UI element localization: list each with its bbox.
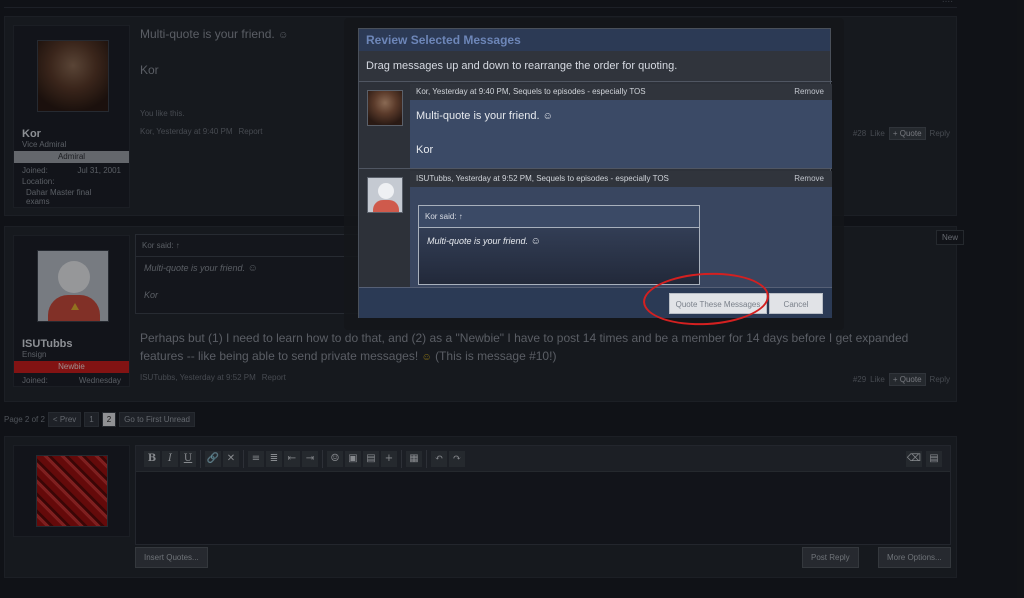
avatar [367,90,403,126]
message-body: Multi-quote is your friend. ☺ Kor [410,100,832,168]
modal-title: Review Selected Messages [359,29,830,51]
quote-header[interactable]: Kor said: ↑ [419,206,699,228]
modal-instructions: Drag messages up and down to rearrange t… [359,51,830,81]
cancel-button[interactable]: Cancel [769,293,823,314]
nested-quote: Kor said: ↑ Multi-quote is your friend. … [418,205,700,285]
smile-icon: ☺ [530,236,541,247]
message-body: Kor said: ↑ Multi-quote is your friend. … [410,187,832,289]
message-text: Multi-quote is your friend. ☺ [416,110,553,122]
remove-link[interactable]: Remove [794,84,824,100]
message-signature: Kor [416,144,434,156]
smile-icon: ☺ [542,111,553,122]
avatar [367,177,403,213]
quote-body: Multi-quote is your friend. ☺ [427,236,541,247]
selected-message-1[interactable]: Kor, Yesterday at 9:40 PM, Sequels to ep… [359,81,832,168]
message-header: ISUTubbs, Yesterday at 9:52 PM, Sequels … [410,171,832,187]
selected-message-2[interactable]: ISUTubbs, Yesterday at 9:52 PM, Sequels … [359,168,832,289]
review-messages-modal: Review Selected Messages Drag messages u… [358,28,832,318]
remove-link[interactable]: Remove [794,171,824,187]
message-header: Kor, Yesterday at 9:40 PM, Sequels to ep… [410,84,832,100]
